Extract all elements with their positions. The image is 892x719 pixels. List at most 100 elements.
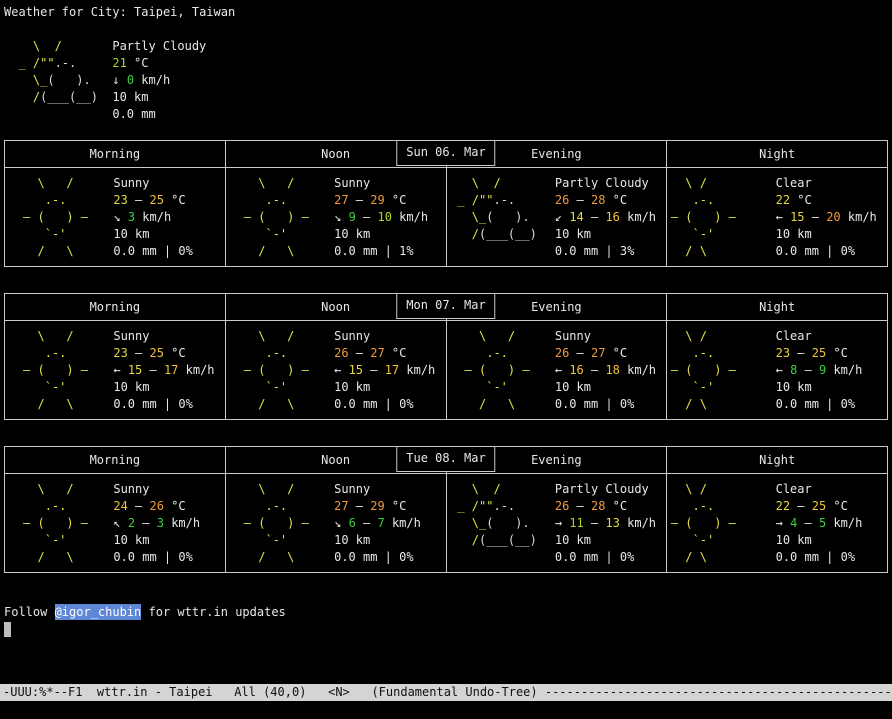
text-segment: `-'	[671, 380, 714, 394]
info-line: 27 – 29 °C	[334, 192, 445, 209]
forecast-cell: \ / _ /"".-. \_( ). /(___(__) Partly Clo…	[447, 474, 668, 572]
forecast-cell: \ / .-. – ( ) – `-' / \Sunny27 – 29 °C↘ …	[226, 168, 447, 266]
forecast-cell-content: \ / .-. – ( ) – `-' / \Sunny23 – 25 °C← …	[5, 328, 225, 413]
art-line: .-.	[671, 192, 776, 209]
column-header: Morning	[5, 294, 226, 320]
forecast-cell-content: \ / .-. – ( ) – `-' / \Sunny23 – 25 °C↘ …	[5, 175, 225, 260]
text-segment: `-'	[9, 533, 67, 547]
text-segment: – ( ) –	[9, 516, 88, 530]
text-segment: \ /	[229, 329, 294, 343]
text-segment: ↘	[334, 516, 348, 530]
art-line: `-'	[671, 379, 776, 396]
text-segment: 10 km	[113, 227, 149, 241]
text-segment: /	[450, 227, 479, 241]
text-segment: 7	[377, 516, 384, 530]
column-header-label: Noon	[321, 452, 350, 469]
text-segment: _ /""	[450, 499, 493, 513]
art-line: _ /"".-.	[450, 498, 555, 515]
twitter-handle-link[interactable]: @igor_chubin	[55, 604, 142, 620]
text-segment: \_	[450, 516, 486, 530]
art-line: `-'	[229, 379, 334, 396]
art-line: /(___(__)	[11, 89, 112, 106]
text-segment: .-.	[450, 346, 508, 360]
info-line: 0.0 mm | 0%	[555, 549, 666, 566]
text-segment: –	[797, 516, 819, 530]
text-segment: 28	[591, 499, 605, 513]
text-segment: 0.0 mm | 0%	[334, 550, 413, 564]
art-line: `-'	[671, 226, 776, 243]
text-segment: –	[797, 363, 819, 377]
date-box: Sun 06. Mar	[396, 140, 495, 166]
text-segment: 11	[569, 516, 583, 530]
text-segment: –	[805, 210, 827, 224]
text-segment: Sunny	[113, 482, 149, 496]
art-line: / \	[9, 549, 114, 566]
forecast-cell-content: \ / .-. – ( ) – `-' / \Sunny27 – 29 °C↘ …	[226, 175, 446, 260]
text-segment: 13	[605, 516, 619, 530]
info-line: ↓ 0 km/h	[112, 72, 888, 89]
text-segment: 0.0 mm | 0%	[555, 550, 634, 564]
text-segment: –	[356, 516, 378, 530]
clear-weather-icon: \ / .-.– ( ) – `-' / \	[667, 328, 775, 413]
current-conditions: \ / _ /"".-. \_( ). /(___(__) Partly Clo…	[4, 38, 888, 123]
text-segment: °C	[127, 56, 149, 70]
art-line: / \	[450, 396, 555, 413]
art-line: – ( ) –	[671, 515, 776, 532]
art-line: / \	[229, 396, 334, 413]
text-segment: 17	[385, 363, 399, 377]
text-segment	[11, 107, 18, 121]
sunny-weather-icon: \ / .-. – ( ) – `-' / \	[5, 175, 113, 260]
forecast-cell: \ / .-. – ( ) – `-' / \Sunny23 – 25 °C↘ …	[5, 168, 226, 266]
text-segment: km/h	[164, 516, 200, 530]
forecast-cell-info: Clear22 – 25 °C→ 4 – 5 km/h10 km0.0 mm |…	[776, 481, 887, 566]
info-line: ← 15 – 20 km/h	[776, 209, 887, 226]
info-line: 27 – 29 °C	[334, 498, 445, 515]
text-segment: 0.0 mm | 0%	[334, 397, 413, 411]
text-segment: 10 km	[334, 533, 370, 547]
text-segment: →	[776, 516, 790, 530]
info-line: 0.0 mm | 0%	[776, 243, 887, 260]
clear-weather-icon: \ / .-.– ( ) – `-' / \	[667, 481, 775, 566]
forecast-cell-info: Sunny27 – 29 °C↘ 6 – 7 km/h10 km0.0 mm |…	[334, 481, 445, 566]
text-segment: Sunny	[334, 176, 370, 190]
text-segment: km/h	[841, 210, 877, 224]
text-segment: / \	[229, 397, 294, 411]
info-line: 10 km	[334, 532, 445, 549]
text-segment: – ( ) –	[671, 210, 736, 224]
text-segment: Sunny	[334, 482, 370, 496]
text-segment: 22	[776, 193, 790, 207]
text-segment: 0.0 mm | 0%	[776, 397, 855, 411]
art-line: – ( ) –	[9, 362, 114, 379]
column-header-label: Evening	[531, 452, 582, 469]
column-header: Night	[667, 447, 887, 473]
forecast-cell-info: Sunny26 – 27 °C← 16 – 18 km/h10 km0.0 mm…	[555, 328, 666, 413]
text-segment: 9	[349, 210, 356, 224]
text-segment: –	[135, 516, 157, 530]
text-segment: 0	[127, 73, 134, 87]
forecast-cell: \ / .-. – ( ) – `-' / \Sunny23 – 25 °C← …	[5, 321, 226, 419]
info-line: 10 km	[555, 226, 666, 243]
text-segment: .-.	[55, 56, 77, 70]
art-line: \ /	[450, 328, 555, 345]
art-line: \_( ).	[450, 515, 555, 532]
info-line: 22 °C	[776, 192, 887, 209]
page-title: Weather for City: Taipei, Taiwan	[4, 4, 888, 21]
column-header-label: Evening	[531, 146, 582, 163]
text-segment: ←	[555, 363, 569, 377]
info-line: 22 – 25 °C	[776, 498, 887, 515]
info-line: ← 15 – 17 km/h	[334, 362, 445, 379]
art-line: _ /"".-.	[11, 55, 112, 72]
text-segment: 27	[591, 346, 605, 360]
text-segment: `-'	[450, 380, 508, 394]
column-header-label: Night	[759, 299, 795, 316]
text-segment: 29	[370, 499, 384, 513]
art-line: .-.	[671, 345, 776, 362]
sunny-weather-icon: \ / .-. – ( ) – `-' / \	[447, 328, 555, 413]
text-segment: \ /	[450, 176, 501, 190]
forecast-cell-info: Sunny23 – 25 °C↘ 3 km/h10 km0.0 mm | 0%	[113, 175, 224, 260]
text-segment: 10 km	[776, 227, 812, 241]
text-segment: Sunny	[113, 176, 149, 190]
text-segment: .-.	[671, 346, 714, 360]
info-line: ↙ 14 – 16 km/h	[555, 209, 666, 226]
forecast-cell-info: Partly Cloudy26 – 28 °C↙ 14 – 16 km/h10 …	[555, 175, 666, 260]
